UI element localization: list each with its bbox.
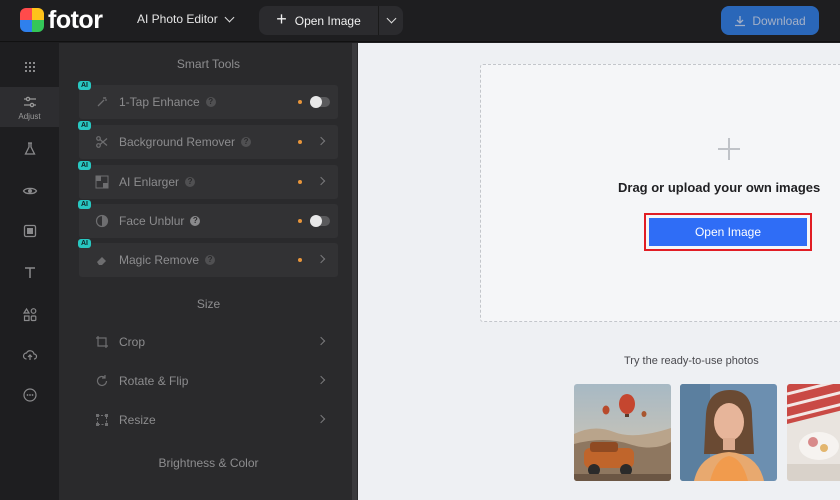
cloud-upload-icon	[22, 350, 37, 360]
plus-icon[interactable]	[718, 138, 740, 160]
tool-1-tap-enhance[interactable]: AI 1-Tap Enhance ?	[78, 81, 338, 119]
toggle-switch[interactable]	[310, 96, 330, 108]
sample-photo-woman-image	[680, 384, 777, 481]
tool-label: Crop	[119, 335, 146, 349]
top-bar: fotor AI Photo Editor + Open Image Downl…	[0, 0, 840, 42]
resize-icon	[95, 413, 109, 427]
tool-face-unblur[interactable]: AI Face Unblur ?	[78, 200, 338, 238]
ai-badge: AI	[78, 239, 91, 248]
text-icon	[24, 267, 35, 278]
logo-text: fotor	[48, 5, 103, 34]
rail-item-elements[interactable]	[0, 295, 59, 335]
help-icon[interactable]: ?	[185, 177, 196, 187]
download-button[interactable]: Download	[721, 6, 819, 35]
logo-mark-icon	[20, 8, 44, 32]
sample-photo-stilllife[interactable]	[787, 384, 840, 481]
ai-badge: AI	[78, 81, 91, 90]
tool-rotate-flip[interactable]: Rotate & Flip	[79, 364, 338, 398]
rail-item-uploads[interactable]	[0, 335, 59, 375]
grid-icon	[24, 62, 35, 72]
tool-resize[interactable]: Resize	[79, 403, 338, 437]
new-dot	[298, 219, 302, 223]
open-image-top-label: Open Image	[294, 13, 361, 28]
help-icon[interactable]: ?	[205, 97, 216, 107]
rail-item-beauty[interactable]	[0, 171, 59, 211]
tool-label: AI Enlarger	[119, 175, 180, 189]
open-image-button[interactable]: Open Image	[649, 218, 807, 246]
open-image-top-button-group: + Open Image	[259, 6, 403, 35]
chevron-right-icon	[316, 176, 326, 186]
open-image-top-button[interactable]: + Open Image	[259, 6, 379, 35]
shapes-icon	[22, 307, 36, 322]
toggle-switch[interactable]	[310, 215, 330, 227]
crop-icon	[95, 335, 109, 349]
new-dot	[298, 100, 302, 104]
rail-item-frames[interactable]	[0, 211, 59, 251]
sample-photo-balloons[interactable]	[574, 384, 671, 481]
magic-wand-icon	[95, 95, 109, 109]
tool-label: Background Remover	[119, 135, 236, 149]
brightness-color-title: Brightness & Color	[158, 456, 259, 470]
rail-item-text[interactable]	[0, 253, 59, 293]
chevron-right-icon	[316, 414, 326, 424]
rotate-icon	[95, 374, 109, 388]
rail-item-more[interactable]	[0, 375, 59, 415]
new-dot	[298, 258, 302, 262]
editor-mode-label: AI Photo Editor	[137, 12, 218, 26]
chevron-down-icon	[224, 12, 235, 22]
size-title: Size	[196, 297, 221, 311]
tool-label: Rotate & Flip	[119, 374, 189, 388]
tool-background-remover[interactable]: AI Background Remover ?	[78, 121, 338, 159]
chevron-right-icon	[316, 336, 326, 346]
rail-item-templates[interactable]	[0, 47, 59, 87]
help-icon[interactable]: ?	[205, 255, 216, 265]
new-dot	[298, 180, 302, 184]
ai-badge: AI	[78, 200, 91, 209]
frame-icon	[23, 224, 36, 238]
rail-item-effects[interactable]	[0, 129, 59, 169]
tool-label: Resize	[119, 413, 156, 427]
plus-icon: +	[276, 9, 287, 29]
tool-label: Magic Remove	[119, 253, 200, 267]
chevron-right-icon	[316, 375, 326, 385]
tool-crop[interactable]: Crop	[79, 325, 338, 359]
flask-icon	[23, 142, 36, 155]
scissors-icon	[95, 135, 109, 149]
eraser-icon	[95, 253, 109, 267]
open-image-highlight: Open Image	[644, 213, 812, 251]
tool-rail: Adjust	[0, 43, 59, 500]
download-icon	[735, 15, 746, 26]
tool-label: Face Unblur	[119, 214, 185, 228]
help-icon[interactable]: ?	[241, 137, 252, 147]
chevron-right-icon	[316, 254, 326, 264]
sample-photo-stilllife-image	[787, 384, 840, 481]
panel-scrollbar[interactable]	[352, 43, 357, 500]
face-half-icon	[95, 214, 109, 228]
sample-photo-balloons-image	[574, 384, 671, 481]
sample-photos-title: Try the ready-to-use photos	[624, 355, 759, 367]
ai-badge: AI	[78, 161, 91, 170]
ai-badge: AI	[78, 121, 91, 130]
help-icon[interactable]: ?	[190, 216, 201, 226]
tool-ai-enlarger[interactable]: AI AI Enlarger ?	[78, 161, 338, 199]
drag-upload-text: Drag or upload your own images	[618, 180, 821, 195]
download-label: Download	[752, 13, 806, 28]
chevron-down-icon	[386, 13, 396, 24]
editor-mode-select[interactable]: AI Photo Editor	[137, 12, 235, 26]
sliders-icon	[23, 96, 36, 107]
tool-label: 1-Tap Enhance	[119, 95, 200, 109]
eye-icon	[22, 187, 37, 195]
enlarge-icon	[95, 175, 109, 189]
chevron-right-icon	[316, 136, 326, 146]
fotor-logo[interactable]: fotor	[20, 5, 103, 34]
more-circle-icon	[22, 388, 37, 402]
sample-photo-woman[interactable]	[680, 384, 777, 481]
tool-magic-remove[interactable]: AI Magic Remove ?	[78, 239, 338, 277]
rail-item-adjust[interactable]: Adjust	[0, 87, 59, 127]
smart-tools-title: Smart Tools	[176, 57, 241, 71]
new-dot	[298, 140, 302, 144]
open-image-dropdown-button[interactable]	[379, 6, 403, 35]
rail-adjust-label: Adjust	[18, 111, 41, 121]
